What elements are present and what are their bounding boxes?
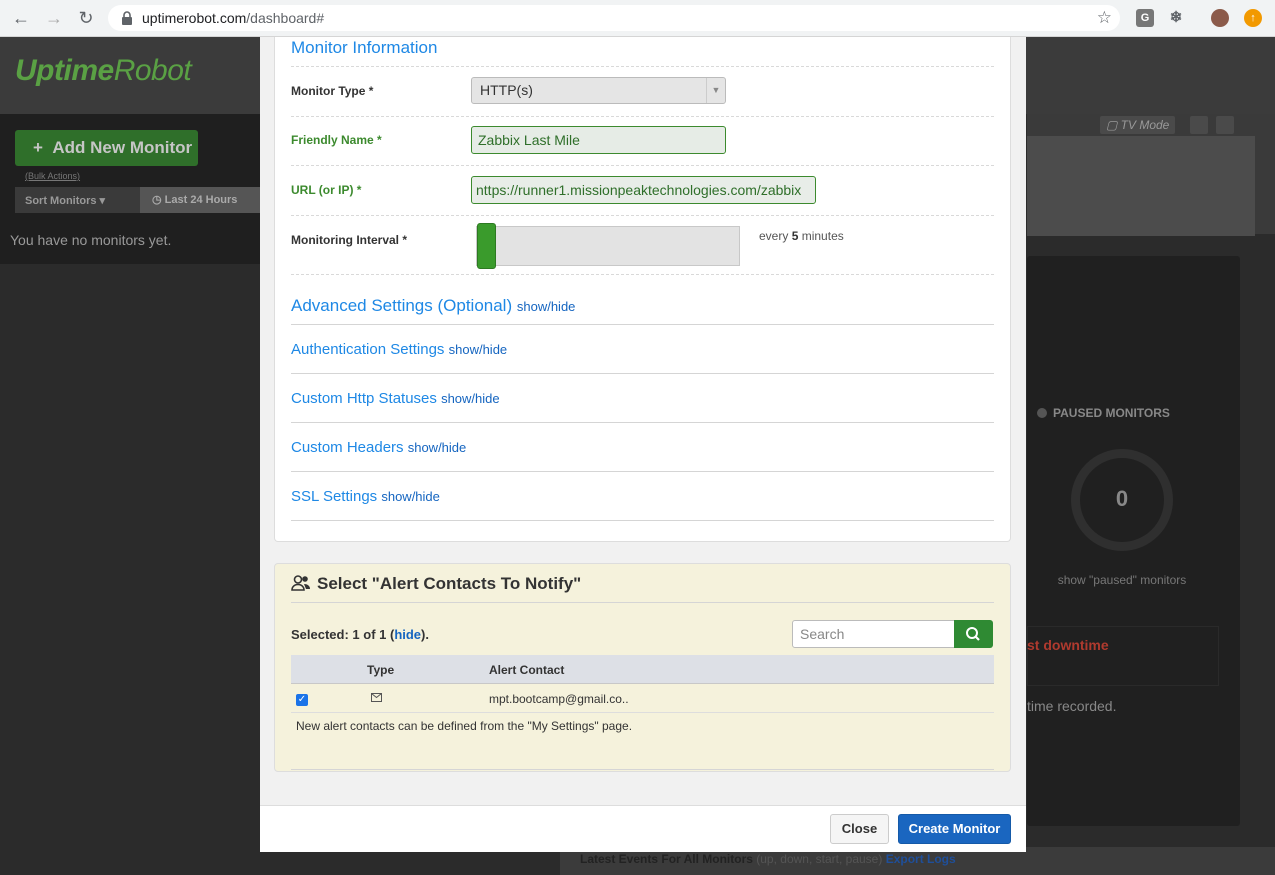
contacts-table-header: Type Alert Contact — [291, 655, 994, 684]
custom-headers: Custom Headers show/hide — [291, 439, 467, 456]
divider — [291, 324, 994, 325]
latest-events-heading: Latest Events For All Monitors (up, down… — [580, 852, 956, 866]
right-top-box — [1027, 136, 1255, 236]
new-monitor-modal: Monitor Information Monitor Type * HTTP(… — [260, 37, 1026, 852]
paused-monitors-label: PAUSED MONITORS — [1037, 406, 1170, 420]
chevron-down-icon: ▼ — [706, 78, 725, 103]
search-icon — [966, 627, 980, 641]
hide-contacts-link[interactable]: hide — [394, 627, 421, 642]
advanced-settings-title: Advanced Settings (Optional) show/hide — [291, 296, 576, 315]
alert-contacts-note: New alert contacts can be defined from t… — [296, 719, 633, 733]
divider — [291, 422, 994, 423]
ssl-settings-show-hide-link[interactable]: show/hide — [381, 489, 440, 504]
slider-handle[interactable] — [477, 223, 496, 269]
url-label: URL (or IP) * — [291, 183, 362, 197]
monitor-type-select[interactable]: HTTP(s) ▼ — [471, 77, 726, 104]
alert-contacts-title: Select "Alert Contacts To Notify" — [291, 574, 581, 594]
downtime-heading: st downtime — [1027, 637, 1109, 653]
monitoring-interval-slider[interactable] — [476, 223, 740, 269]
back-arrow-icon[interactable]: ← — [10, 7, 32, 29]
divider — [291, 602, 994, 603]
uptimerobot-logo: UptimeRobot — [15, 54, 192, 87]
close-button[interactable]: Close — [830, 814, 889, 844]
divider — [291, 66, 994, 67]
interval-readout: every 5 minutes — [759, 229, 844, 243]
contact-checkbox[interactable]: ✓ — [296, 694, 308, 706]
tv-mode-button[interactable]: ▢ TV Mode — [1100, 116, 1176, 134]
time-recorded-text: time recorded. — [1027, 698, 1117, 714]
divider — [291, 373, 994, 374]
custom-http-statuses: Custom Http Statuses show/hide — [291, 390, 500, 407]
forward-arrow-icon[interactable]: → — [43, 7, 65, 29]
create-monitor-button[interactable]: Create Monitor — [898, 814, 1011, 844]
advanced-show-hide-link[interactable]: show/hide — [517, 299, 576, 314]
address-bar[interactable]: uptimerobot.com/dashboard# ☆ — [108, 5, 1120, 31]
profile-avatar[interactable] — [1211, 9, 1229, 27]
reload-icon[interactable]: ↻ — [75, 7, 97, 29]
last-24-hours-button[interactable]: ◷ Last 24 Hours — [140, 187, 262, 213]
ssl-settings: SSL Settings show/hide — [291, 488, 440, 505]
grammarly-extension-icon[interactable]: G — [1136, 9, 1154, 27]
divider — [291, 520, 994, 521]
paused-count: 0 — [1115, 486, 1129, 511]
users-icon — [291, 575, 310, 591]
bookmark-star-icon[interactable]: ☆ — [1097, 8, 1112, 28]
monitoring-interval-label: Monitoring Interval * — [291, 233, 408, 247]
column-header-alert-contact: Alert Contact — [489, 663, 565, 677]
monitor-information-title: Monitor Information — [291, 38, 438, 57]
custom-headers-show-hide-link[interactable]: show/hide — [408, 440, 467, 455]
authentication-settings: Authentication Settings show/hide — [291, 341, 508, 358]
http-statuses-show-hide-link[interactable]: show/hide — [441, 391, 500, 406]
downtime-box — [1027, 626, 1219, 686]
url-input[interactable]: nttps://runner1.missionpeaktechnologies.… — [471, 176, 816, 204]
show-paused-link[interactable]: show "paused" monitors — [1027, 573, 1217, 587]
lock-icon — [122, 11, 132, 25]
authentication-show-hide-link[interactable]: show/hide — [449, 342, 508, 357]
url-text: uptimerobot.com/dashboard# — [142, 10, 325, 26]
divider — [291, 274, 994, 275]
snowflake-extension-icon[interactable]: ❄ — [1167, 9, 1185, 27]
column-header-type: Type — [367, 663, 395, 677]
divider — [291, 769, 994, 770]
add-new-monitor-button[interactable]: + Add New Monitor — [15, 130, 198, 166]
divider — [291, 165, 994, 166]
monitor-settings-panel: Monitor Information Monitor Type * HTTP(… — [274, 37, 1011, 542]
contact-search-input[interactable]: Search — [792, 620, 956, 648]
monitor-type-label: Monitor Type * — [291, 84, 374, 98]
sort-bar: Sort Monitors ▾ ◷ Last 24 Hours — [15, 187, 262, 213]
modal-footer: Close Create Monitor — [260, 805, 1026, 852]
bulk-actions-link[interactable]: (Bulk Actions) — [25, 171, 80, 181]
browser-toolbar: ← → ↻ uptimerobot.com/dashboard# ☆ G ❄ ↑ — [0, 0, 1275, 37]
search-button[interactable] — [954, 620, 993, 648]
divider — [291, 116, 994, 117]
export-logs-link[interactable]: Export Logs — [886, 852, 956, 866]
friendly-name-label: Friendly Name * — [291, 133, 382, 147]
contact-email: mpt.bootcamp@gmail.co.. — [489, 692, 629, 706]
divider — [291, 215, 994, 216]
selected-count: Selected: 1 of 1 (hide). — [291, 627, 429, 642]
sort-monitors-dropdown[interactable]: Sort Monitors ▾ — [25, 194, 105, 207]
envelope-icon — [371, 693, 382, 702]
no-monitors-text: You have no monitors yet. — [10, 232, 172, 248]
alert-contacts-panel: Select "Alert Contacts To Notify" Select… — [274, 563, 1011, 772]
facebook-icon[interactable] — [1216, 116, 1234, 134]
update-icon[interactable]: ↑ — [1244, 9, 1262, 27]
friendly-name-input[interactable]: Zabbix Last Mile — [471, 126, 726, 154]
twitter-icon[interactable] — [1190, 116, 1208, 134]
table-row: ✓ mpt.bootcamp@gmail.co.. — [291, 684, 994, 713]
pause-icon — [1037, 408, 1047, 418]
tv-mode-bar: ▢ TV Mode — [1100, 116, 1240, 134]
divider — [291, 471, 994, 472]
